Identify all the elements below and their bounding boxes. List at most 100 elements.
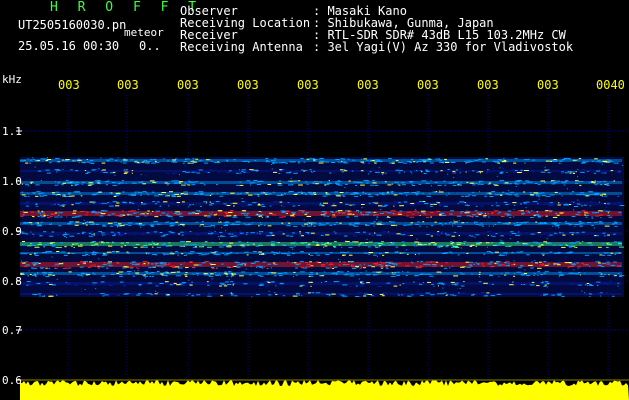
signal-speck [167,183,170,185]
signal-speck [163,158,165,160]
time-label: 003 [417,78,439,92]
signal-speck [324,281,327,282]
noise-dot [301,295,303,297]
noise-dot [211,278,213,280]
signal-speck [532,159,535,161]
signal-speck [343,162,349,164]
signal-speck [282,194,284,196]
signal-speck [217,162,221,164]
signal-speck [284,253,290,255]
noise-dot [361,158,363,160]
signal-speck [405,275,408,276]
noise-dot [157,159,159,161]
signal-speck [461,195,465,197]
noise-dot [594,262,596,264]
signal-speck [381,241,384,243]
noise-dot [51,159,53,161]
signal-speck [301,192,303,194]
signal-speck [85,172,89,174]
signal-speck [472,184,476,186]
noise-dot [458,167,460,169]
signal-speck [368,241,373,243]
signal-speck [57,194,61,195]
signal-speck [289,246,294,248]
signal-speck [583,160,585,162]
noise-dot [218,221,220,223]
signal-speck [156,212,158,214]
signal-speck [126,251,129,253]
signal-speck [243,243,247,245]
signal-speck [365,211,371,213]
signal-speck [74,181,80,183]
signal-speck [69,267,71,269]
signal-speck [199,182,202,184]
signal-speck [397,213,402,215]
signal-speck [309,283,311,285]
signal-speck [282,233,285,235]
signal-speck [278,162,283,164]
signal-speck [152,275,154,277]
signal-speck [474,221,478,223]
signal-speck [323,215,327,217]
signal-speck [415,267,418,269]
noise-dot [209,230,211,232]
signal-speck [450,281,455,283]
noise-dot [125,182,127,184]
signal-speck [293,180,298,182]
noise-dot [479,191,480,193]
signal-speck [575,180,579,182]
noise-dot [378,224,380,226]
signal-speck [519,222,525,224]
signal-speck [599,184,603,186]
signal-speck [264,224,266,226]
signal-speck [376,261,378,263]
signal-speck [470,261,473,263]
noise-dot [544,202,546,204]
signal-speck [494,210,499,212]
signal-speck [322,161,325,163]
signal-speck [188,180,191,182]
signal-speck [512,251,514,253]
signal-speck [107,222,113,224]
signal-speck [315,183,319,185]
signal-speck [277,231,283,233]
signal-speck [218,172,220,173]
signal-speck [390,275,396,277]
signal-speck [382,254,385,256]
signal-speck [374,202,379,204]
signal-speck [583,264,587,266]
signal-speck [540,274,543,276]
signal-speck [554,225,560,227]
signal-speck [86,274,89,276]
noise-dot [347,251,349,253]
signal-speck [374,184,379,186]
signal-speck [293,262,297,264]
signal-speck [375,160,380,162]
noise-dot [179,256,181,258]
signal-speck [401,245,406,247]
signal-speck [520,169,524,171]
signal-speck [149,180,155,182]
signal-speck [140,282,144,284]
signal-speck [45,169,50,171]
signal-speck [424,273,428,275]
signal-speck [495,202,497,204]
signal-speck [88,232,91,234]
signal-speck [111,213,116,215]
signal-speck [541,244,544,246]
signal-speck [603,252,605,254]
signal-speck [600,172,605,174]
signal-speck [49,216,53,218]
signal-speck [286,172,291,174]
signal-speck [388,244,392,246]
signal-speck [575,232,580,234]
signal-speck [221,263,224,265]
noise-dot [595,183,597,185]
signal-speck [504,182,509,184]
signal-speck [499,160,505,162]
signal-speck [325,192,328,193]
signal-speck [419,245,425,246]
signal-speck [418,183,422,185]
signal-speck [339,202,343,204]
signal-speck [403,224,407,226]
